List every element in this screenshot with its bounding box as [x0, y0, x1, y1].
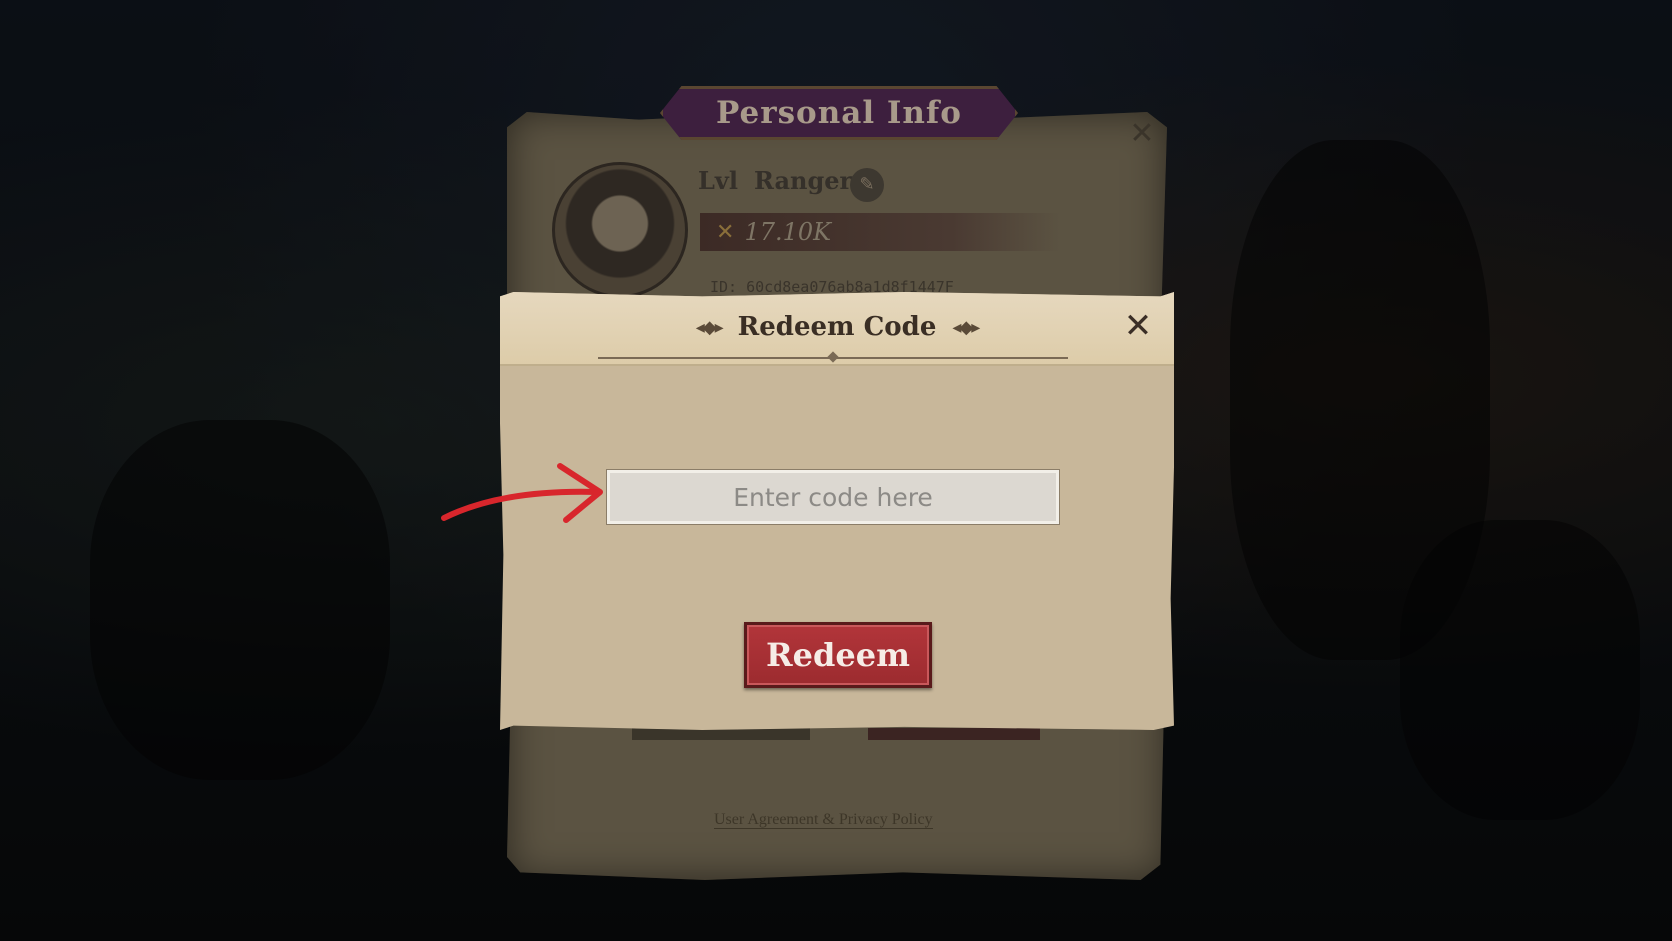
crossed-swords-icon: ✕	[716, 219, 735, 245]
dialog-title-row: ◂◆▸ Redeem Code ◂◆▸	[500, 310, 1174, 344]
user-agreement-text: User Agreement & Privacy Policy	[714, 811, 933, 829]
redeem-button[interactable]: Redeem	[744, 622, 932, 688]
pencil-icon[interactable]: ✎	[850, 168, 884, 202]
filigree-ornament-icon: ◂◆▸	[952, 316, 980, 338]
class-name: Ranger	[754, 166, 853, 195]
power-bar: ✕ 17.10K	[700, 213, 1060, 251]
avatar[interactable]	[552, 162, 688, 298]
close-icon[interactable]: ✕	[1120, 308, 1156, 344]
filigree-ornament-icon: ◂◆▸	[695, 316, 724, 338]
background-button	[632, 728, 810, 740]
level-label: Lvl	[698, 166, 738, 195]
dialog-title: Redeem Code	[737, 312, 937, 342]
background-button	[868, 728, 1040, 740]
power-value: 17.10K	[744, 218, 832, 246]
red-arrow-annotation	[441, 463, 603, 523]
personal-info-title: Personal Info	[660, 86, 1018, 140]
close-icon[interactable]: ✕	[1128, 119, 1156, 149]
redeem-code-input[interactable]	[606, 469, 1060, 525]
user-agreement-link[interactable]: User Agreement & Privacy Policy	[714, 811, 933, 829]
